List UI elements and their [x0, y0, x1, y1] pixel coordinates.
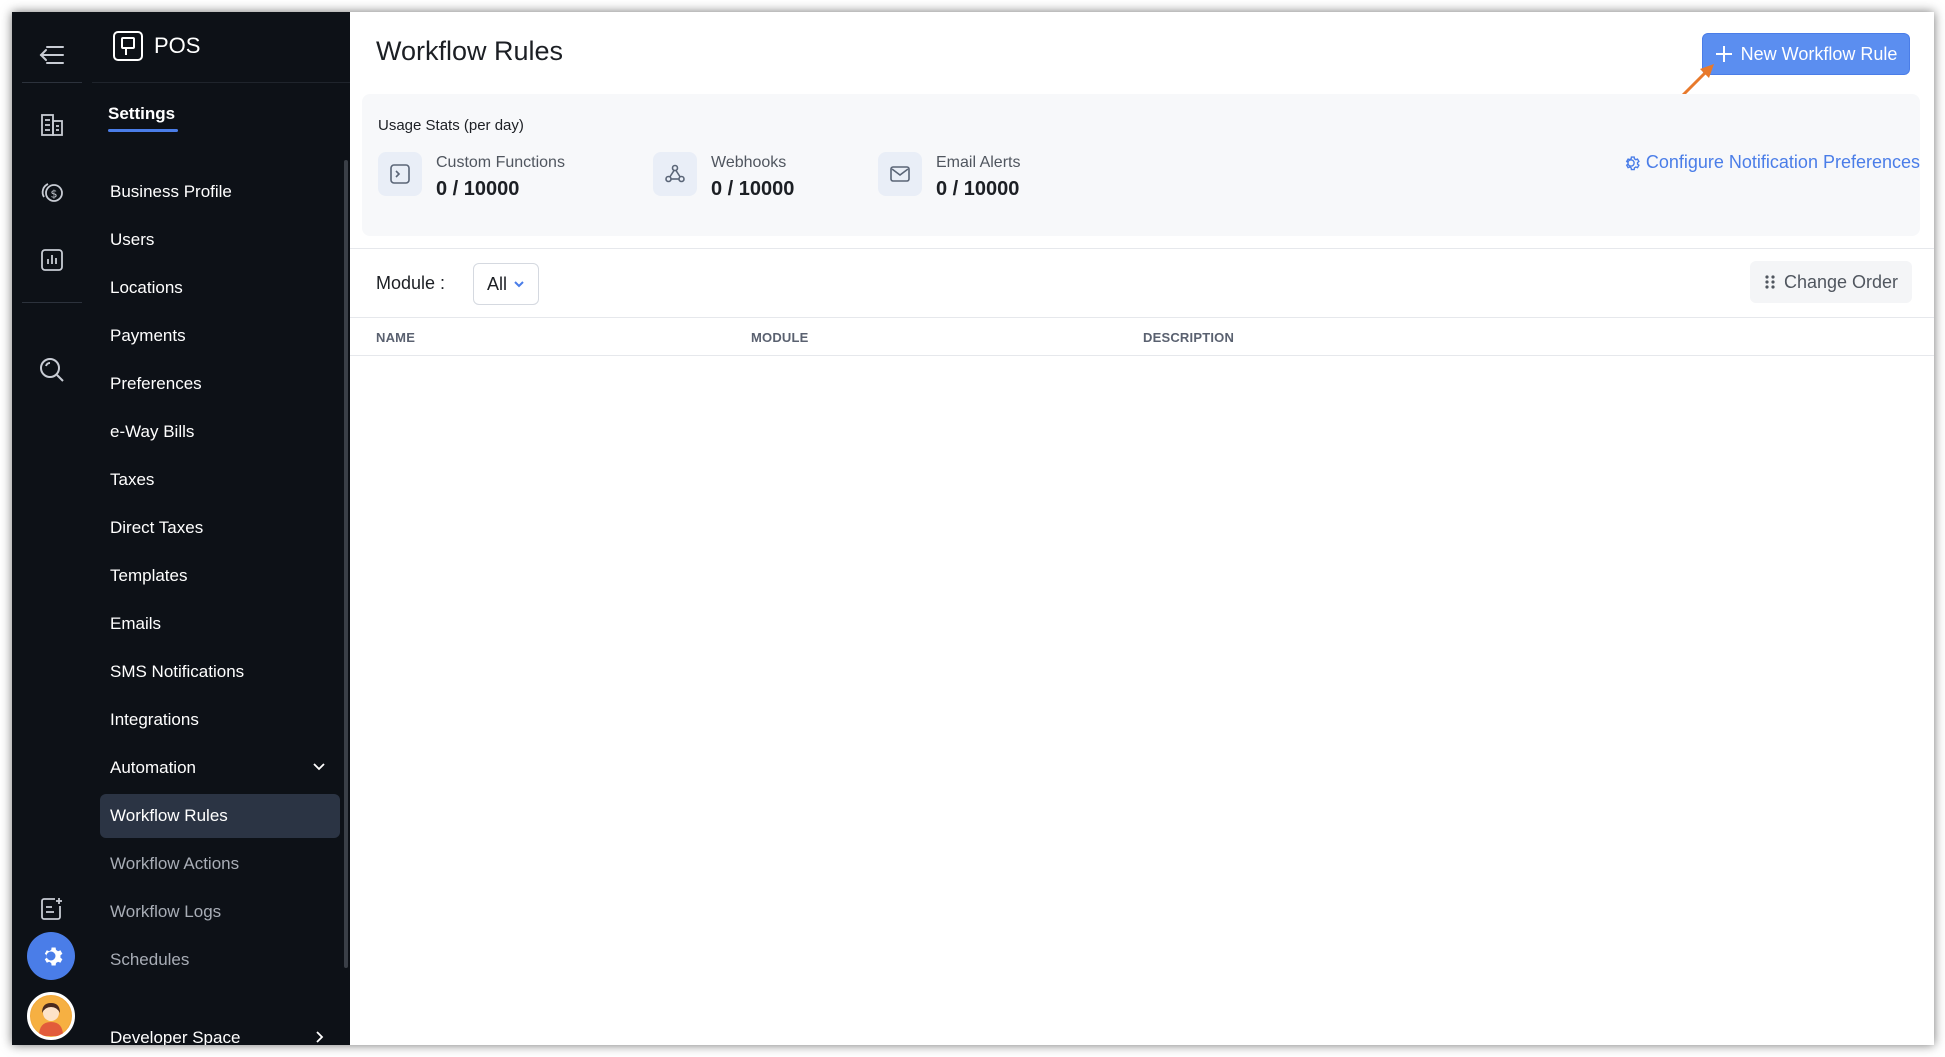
nav-item-eway-bills[interactable]: e-Way Bills	[100, 410, 340, 454]
change-order-label: Change Order	[1783, 271, 1899, 292]
usage-stats-card: Usage Stats (per day) Custom Functions 0…	[362, 94, 1920, 236]
search-icon[interactable]	[27, 345, 77, 395]
configure-notification-preferences-label: Configure Notification Preferences	[1645, 152, 1920, 172]
app-name: POS	[154, 33, 201, 58]
rail-divider	[22, 82, 82, 83]
nav-item-workflow-rules[interactable]: Workflow Rules	[100, 794, 340, 838]
main-content: Workflow Rules New Workflow Rule Usage S…	[350, 12, 1934, 1045]
user-avatar[interactable]	[27, 992, 75, 1040]
table-header: NAME MODULE DESCRIPTION	[350, 318, 1934, 356]
nav-item-emails[interactable]: Emails	[100, 602, 340, 646]
page-title: Workflow Rules	[376, 36, 564, 66]
nav-item-business-profile[interactable]: Business Profile	[100, 170, 340, 214]
column-header-name[interactable]: NAME	[376, 330, 415, 345]
terminal-icon	[378, 152, 422, 196]
column-header-description[interactable]: DESCRIPTION	[1143, 330, 1234, 345]
nav-item-sms-notifications[interactable]: SMS Notifications	[100, 650, 340, 694]
module-filter-label: Module :	[376, 273, 446, 293]
change-order-button[interactable]: Change Order	[1750, 261, 1912, 303]
nav-item-automation-label: Automation	[110, 758, 196, 777]
stat-value: 0 / 10000	[436, 178, 520, 200]
nav-item-taxes[interactable]: Taxes	[100, 458, 340, 502]
module-filter-dropdown[interactable]: All	[473, 263, 539, 305]
nav-item-preferences[interactable]: Preferences	[100, 362, 340, 406]
nav-item-locations[interactable]: Locations	[100, 266, 340, 310]
gear-icon	[1625, 155, 1640, 170]
usage-stats-label: Usage Stats (per day)	[378, 117, 524, 134]
panel-divider	[92, 82, 350, 83]
nav-item-direct-taxes[interactable]: Direct Taxes	[100, 506, 340, 550]
column-header-module[interactable]: MODULE	[751, 330, 809, 345]
nav-item-workflow-actions[interactable]: Workflow Actions	[100, 842, 340, 886]
stat-value: 0 / 10000	[711, 178, 795, 200]
new-workflow-rule-label: New Workflow Rule	[1740, 43, 1898, 64]
settings-heading: Settings	[108, 104, 179, 132]
stat-custom-functions: Custom Functions 0 / 10000	[378, 152, 565, 201]
stat-name: Email Alerts	[936, 154, 1021, 171]
reports-icon[interactable]	[27, 235, 77, 285]
nav-item-schedules[interactable]: Schedules	[100, 938, 340, 982]
settings-panel: POS Settings Business Profile Users Loca…	[92, 12, 350, 1045]
mail-icon	[878, 152, 922, 196]
nav-item-payments[interactable]: Payments	[100, 314, 340, 358]
panel-scrollbar[interactable]	[344, 160, 348, 968]
icon-rail: $	[12, 12, 92, 1045]
stat-webhooks: Webhooks 0 / 10000	[653, 152, 794, 201]
new-workflow-rule-button[interactable]: New Workflow Rule	[1702, 33, 1910, 75]
stat-email-alerts: Email Alerts 0 / 10000	[878, 152, 1020, 201]
configure-notification-preferences-link[interactable]: Configure Notification Preferences	[1622, 152, 1920, 173]
notes-icon[interactable]	[27, 884, 77, 934]
chevron-down-icon	[313, 763, 325, 771]
svg-text:$: $	[51, 188, 58, 201]
drag-handle-icon	[1765, 275, 1775, 289]
stat-name: Webhooks	[711, 154, 787, 171]
app-brand[interactable]: POS	[112, 28, 200, 64]
nav-item-developer-space[interactable]: Developer Space	[100, 1016, 340, 1045]
chevron-right-icon	[316, 1031, 324, 1043]
filter-bar: Module : All Change Order	[350, 248, 1934, 318]
collapse-menu-icon[interactable]	[27, 30, 77, 80]
stat-name: Custom Functions	[436, 154, 565, 171]
pos-logo-icon	[113, 31, 143, 61]
business-icon[interactable]	[27, 100, 77, 150]
nav-item-developer-space-label: Developer Space	[110, 1028, 241, 1045]
nav-item-templates[interactable]: Templates	[100, 554, 340, 598]
webhook-icon	[653, 152, 697, 196]
stat-value: 0 / 10000	[936, 178, 1020, 200]
chevron-down-icon	[514, 281, 524, 288]
nav-item-workflow-logs[interactable]: Workflow Logs	[100, 890, 340, 934]
app-window: $ POS Settings Business Profile Users Lo…	[12, 12, 1934, 1045]
rail-divider	[22, 302, 82, 303]
nav-item-users[interactable]: Users	[100, 218, 340, 262]
nav-item-integrations[interactable]: Integrations	[100, 698, 340, 742]
finance-icon[interactable]: $	[27, 167, 77, 217]
settings-gear-icon[interactable]	[27, 932, 75, 980]
nav-item-automation[interactable]: Automation	[100, 746, 340, 790]
module-filter-value: All	[486, 273, 507, 294]
